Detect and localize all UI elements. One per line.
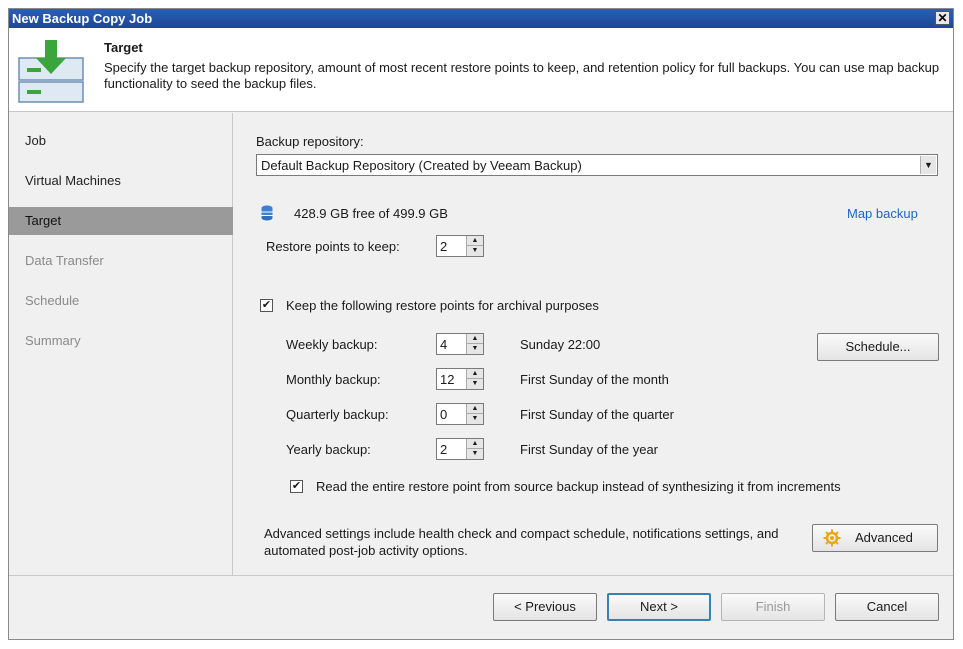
- free-space-text: 428.9 GB free of 499.9 GB: [294, 206, 448, 221]
- repository-select[interactable]: Default Backup Repository (Created by Ve…: [256, 154, 938, 176]
- monthly-backup-label: Monthly backup:: [286, 372, 381, 387]
- read-entire-checkbox[interactable]: ✔: [290, 480, 303, 493]
- advanced-button[interactable]: Advanced: [812, 524, 938, 552]
- restore-points-value: 2: [440, 239, 448, 254]
- step-virtual-machines[interactable]: Virtual Machines: [9, 167, 233, 195]
- title-bar: New Backup Copy Job ✕: [9, 9, 953, 28]
- step-summary: Summary: [25, 333, 81, 348]
- increment-icon[interactable]: ▲: [467, 439, 483, 449]
- previous-button[interactable]: < Previous: [493, 593, 597, 621]
- decrement-icon[interactable]: ▼: [467, 246, 483, 256]
- yearly-backup-label: Yearly backup:: [286, 442, 371, 457]
- increment-icon[interactable]: ▲: [467, 236, 483, 246]
- monthly-schedule-text: First Sunday of the month: [520, 372, 669, 387]
- weekly-schedule-text: Sunday 22:00: [520, 337, 601, 352]
- monthly-backup-value: 12: [440, 372, 455, 387]
- repository-selected-value: Default Backup Repository (Created by Ve…: [261, 158, 582, 173]
- advanced-button-label: Advanced: [855, 530, 913, 545]
- target-settings-panel: Backup repository: Default Backup Reposi…: [234, 113, 953, 575]
- weekly-backup-value: 4: [440, 337, 448, 352]
- repository-label: Backup repository:: [256, 134, 364, 149]
- dropdown-arrow-icon[interactable]: ▼: [920, 156, 936, 174]
- read-entire-label: Read the entire restore point from sourc…: [316, 479, 841, 494]
- map-backup-link[interactable]: Map backup: [847, 206, 918, 221]
- weekly-backup-stepper[interactable]: 4 ▲ ▼: [436, 333, 484, 355]
- stepper-buttons: ▲ ▼: [466, 334, 483, 354]
- page-description: Specify the target backup repository, am…: [104, 60, 940, 91]
- stepper-buttons: ▲ ▼: [466, 404, 483, 424]
- database-icon: [261, 205, 273, 221]
- page-title: Target: [104, 40, 143, 55]
- yearly-backup-value: 2: [440, 442, 448, 457]
- next-button[interactable]: Next >: [607, 593, 711, 621]
- gear-icon: [823, 529, 841, 547]
- yearly-backup-stepper[interactable]: 2 ▲ ▼: [436, 438, 484, 460]
- wizard-header: Target Specify the target backup reposit…: [9, 28, 953, 112]
- decrement-icon[interactable]: ▼: [467, 379, 483, 389]
- wizard-steps: Job Virtual Machines Target Data Transfe…: [9, 113, 233, 575]
- weekly-backup-label: Weekly backup:: [286, 337, 378, 352]
- step-target[interactable]: Target: [9, 207, 233, 235]
- decrement-icon[interactable]: ▼: [467, 414, 483, 424]
- schedule-button[interactable]: Schedule...: [817, 333, 939, 361]
- stepper-buttons: ▲ ▼: [466, 439, 483, 459]
- quarterly-backup-label: Quarterly backup:: [286, 407, 389, 422]
- stepper-buttons: ▲ ▼: [466, 236, 483, 256]
- quarterly-backup-value: 0: [440, 407, 448, 422]
- decrement-icon[interactable]: ▼: [467, 344, 483, 354]
- dialog-window: New Backup Copy Job ✕ Target Specify the…: [8, 8, 954, 640]
- window-title: New Backup Copy Job: [12, 11, 153, 26]
- yearly-schedule-text: First Sunday of the year: [520, 442, 659, 457]
- quarterly-backup-stepper[interactable]: 0 ▲ ▼: [436, 403, 484, 425]
- increment-icon[interactable]: ▲: [467, 334, 483, 344]
- finish-button: Finish: [721, 593, 825, 621]
- step-schedule: Schedule: [25, 293, 80, 308]
- step-job[interactable]: Job: [9, 127, 233, 155]
- stepper-buttons: ▲ ▼: [466, 369, 483, 389]
- increment-icon[interactable]: ▲: [467, 369, 483, 379]
- step-data-transfer: Data Transfer: [25, 253, 104, 268]
- increment-icon[interactable]: ▲: [467, 404, 483, 414]
- backup-target-icon: [18, 40, 84, 103]
- archival-checkbox-label: Keep the following restore points for ar…: [286, 298, 599, 313]
- restore-points-label: Restore points to keep:: [266, 239, 400, 254]
- restore-points-stepper[interactable]: 2 ▲ ▼: [436, 235, 484, 257]
- wizard-footer: < Previous Next > Finish Cancel: [9, 575, 953, 639]
- monthly-backup-stepper[interactable]: 12 ▲ ▼: [436, 368, 484, 390]
- close-button[interactable]: ✕: [935, 11, 950, 25]
- cancel-button[interactable]: Cancel: [835, 593, 939, 621]
- quarterly-schedule-text: First Sunday of the quarter: [520, 407, 674, 422]
- decrement-icon[interactable]: ▼: [467, 449, 483, 459]
- archival-checkbox[interactable]: ✔: [260, 299, 273, 312]
- advanced-settings-text: Advanced settings include health check a…: [264, 526, 779, 558]
